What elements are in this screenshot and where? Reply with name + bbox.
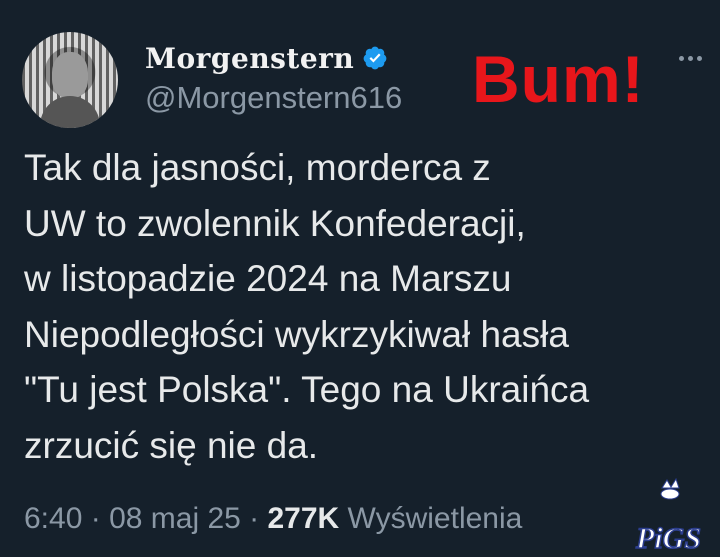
tweet-text-line: "Tu jest Polska". Tego na Ukraińca [24, 369, 590, 410]
verified-badge-icon [363, 46, 387, 70]
tweet-card: Morgenstern @Morgenstern616 Bum! Tak dla… [0, 0, 720, 557]
tweet-text-line: Tak dla jasności, morderca z [24, 147, 491, 188]
author-handle[interactable]: @Morgenstern616 [145, 80, 402, 116]
overlay-caption: Bum! [472, 42, 645, 116]
tweet-text-line: zrzucić się nie da. [24, 424, 319, 466]
tweet-meta: 6:40 · 08 maj 25 · 277K Wyświetlenia [24, 502, 522, 536]
pigs-watermark-logo: PiGS [634, 478, 702, 554]
tweet-date[interactable]: 08 maj 25 [109, 502, 241, 535]
author-name-row: Morgenstern [145, 38, 388, 78]
more-options-icon[interactable] [679, 56, 702, 61]
meta-separator: · [240, 502, 268, 535]
avatar[interactable] [22, 32, 118, 128]
tweet-text-line: w listopadzie 2024 na Marszu [24, 258, 512, 299]
watermark-text: PiGS [635, 522, 701, 554]
meta-separator: · [82, 502, 110, 535]
tweet-text-line: UW to zwolennik Konfederacji, [24, 202, 526, 244]
tweet-text-line: Niepodległości wykrzykiwał hasła [24, 313, 569, 355]
tweet-text: Tak dla jasności, morderca z UW to zwole… [24, 140, 704, 473]
tweet-time[interactable]: 6:40 [24, 502, 82, 535]
views-label: Wyświetlenia [347, 502, 523, 535]
author-display-name[interactable]: Morgenstern [145, 42, 354, 75]
views-count[interactable]: 277K [267, 502, 339, 535]
